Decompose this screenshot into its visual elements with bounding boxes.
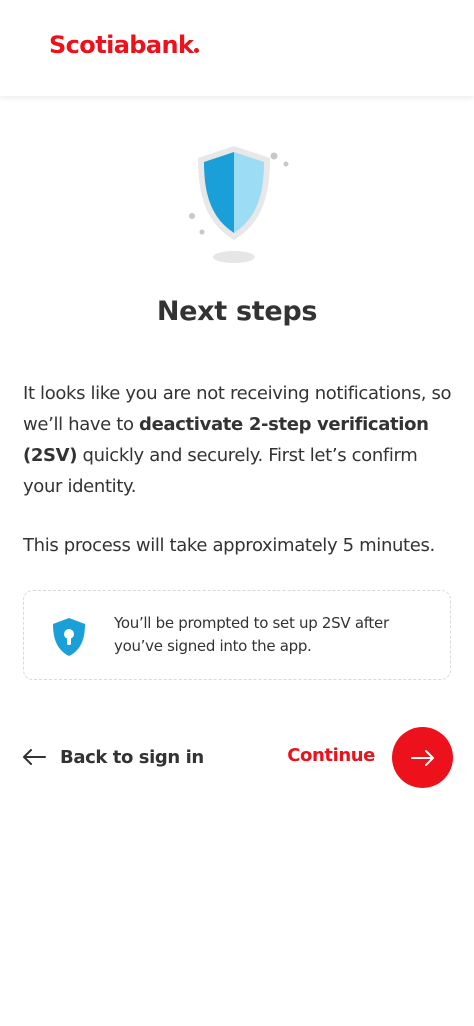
sparkle-top-right <box>270 152 289 167</box>
intro-paragraph: It looks like you are not receiving noti… <box>23 378 453 502</box>
sparkle-left <box>189 213 205 235</box>
brand-name: Scotiabank <box>49 31 194 59</box>
arrow-right-icon <box>410 749 434 766</box>
back-to-sign-in-link[interactable]: Back to sign in <box>22 740 204 774</box>
shield-illustration <box>189 146 289 263</box>
page-title: Next steps <box>156 296 318 327</box>
back-label: Back to sign in <box>60 746 204 768</box>
scotiabank-logo: Scotiabank <box>49 31 200 59</box>
info-card-text: You’ll be prompted to set up 2SV after y… <box>114 614 389 655</box>
shield-shadow <box>213 251 255 263</box>
info-card: You’ll be prompted to set up 2SV after y… <box>23 590 451 680</box>
shield-lock-icon <box>53 618 85 656</box>
intro-text-end: quickly and securely. First let’s confir… <box>23 445 418 497</box>
app-header: Scotiabank <box>0 0 474 96</box>
duration-paragraph: This process will take approximately 5 m… <box>23 535 435 556</box>
arrow-left-icon <box>23 749 46 765</box>
continue-label[interactable]: Continue <box>287 745 375 766</box>
logo-dot <box>194 48 200 53</box>
next-steps-screen: Scotiabank Next steps It looks like you … <box>0 0 474 1026</box>
continue-button[interactable] <box>392 727 453 788</box>
